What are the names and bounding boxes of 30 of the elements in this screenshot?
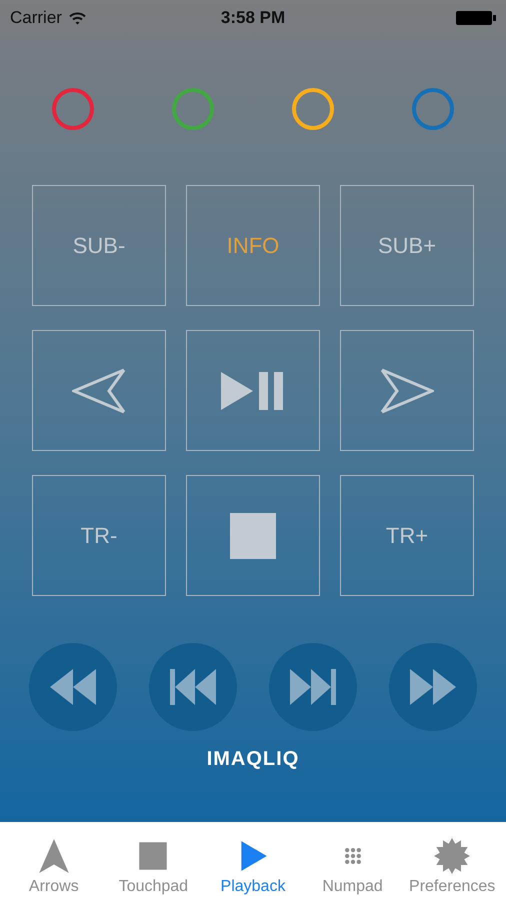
color-button[interactable] — [412, 88, 454, 130]
gear-icon — [434, 838, 470, 874]
remote-button[interactable]: TR- — [32, 475, 166, 596]
playpause-button[interactable] — [186, 330, 320, 451]
battery-icon — [456, 11, 496, 25]
carrier-label: Carrier — [10, 8, 62, 28]
status-time: 3:58 PM — [220, 8, 286, 28]
tab[interactable]: Playback — [203, 822, 303, 900]
back-button[interactable] — [32, 330, 166, 451]
tab[interactable]: Numpad — [302, 822, 402, 900]
rewind-icon — [50, 669, 96, 705]
fastforward-icon — [410, 669, 456, 705]
next-icon — [290, 669, 336, 705]
color-button[interactable] — [292, 88, 334, 130]
remote-button[interactable]: SUB- — [32, 185, 166, 306]
color-button[interactable] — [52, 88, 94, 130]
remote-button[interactable]: SUB+ — [340, 185, 474, 306]
brand-logo: IMAQLIQ — [206, 748, 300, 772]
stop-button[interactable] — [186, 475, 320, 596]
remote-button[interactable]: TR+ — [340, 475, 474, 596]
forward-button[interactable] — [340, 330, 474, 451]
tab[interactable]: Touchpad — [104, 822, 204, 900]
tab[interactable]: Arrows — [4, 822, 104, 900]
play-pause-icon — [221, 372, 285, 410]
color-button[interactable] — [172, 88, 214, 130]
wifi-icon — [68, 12, 86, 24]
stop-icon — [230, 512, 276, 558]
remote-button[interactable]: INFO — [186, 185, 320, 306]
tab[interactable]: Preferences — [402, 822, 502, 900]
previous-icon — [170, 669, 216, 705]
